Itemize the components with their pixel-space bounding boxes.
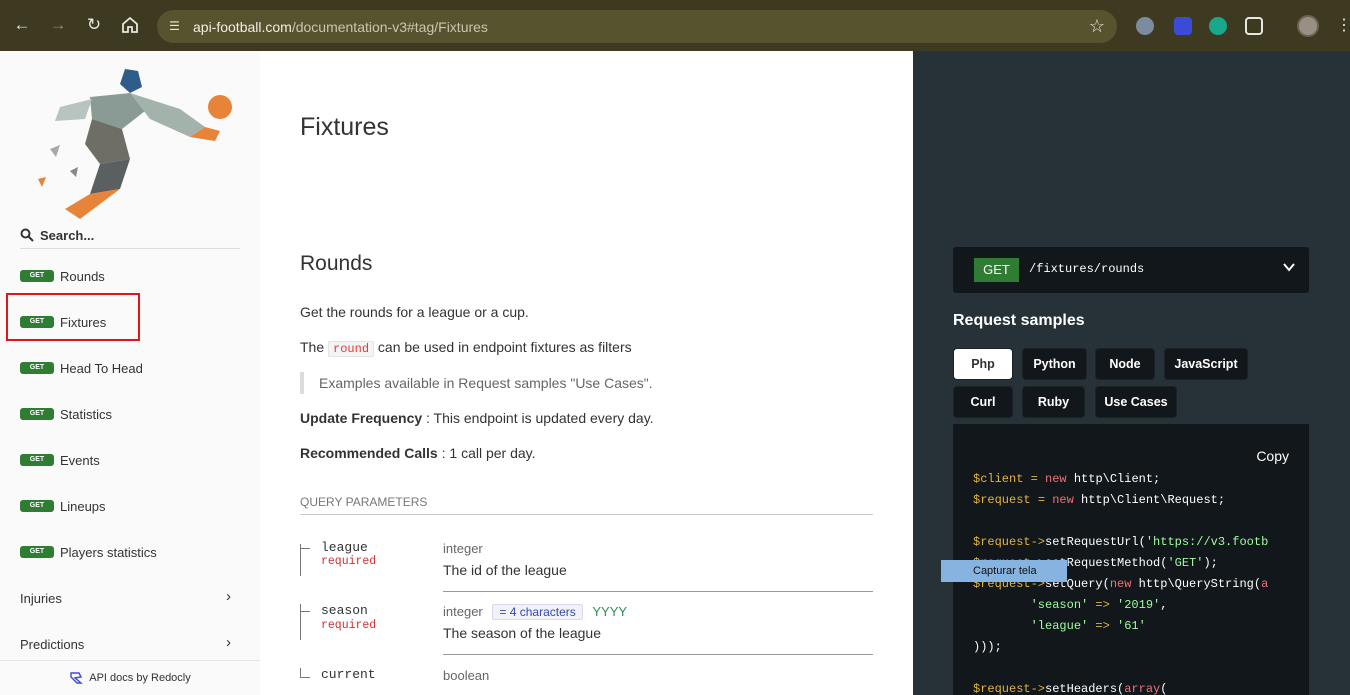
update-frequency-text: Update Frequency : This endpoint is upda… — [300, 410, 654, 426]
page-title: Fixtures — [300, 113, 389, 141]
get-badge: GET — [20, 408, 54, 420]
update-frequency-label: Update Frequency — [300, 410, 423, 426]
sidebar-item-head-to-head[interactable]: GET Head To Head — [20, 357, 143, 379]
redocly-icon — [70, 672, 84, 684]
sidebar-item-label: Players statistics — [60, 544, 157, 560]
address-bar[interactable]: ☰ api-football.com/documentation-v3#tag/… — [157, 10, 1117, 43]
redocly-label: API docs by Redocly — [89, 672, 191, 684]
get-badge: GET — [20, 362, 54, 374]
get-badge: GET — [20, 270, 54, 282]
tab-php[interactable]: Php — [953, 348, 1013, 380]
search-box[interactable] — [20, 223, 240, 249]
search-icon — [20, 228, 34, 242]
sidebar-item-rounds[interactable]: GET Rounds — [20, 265, 105, 287]
code-sample[interactable]: $client = new http\Client; $request = ne… — [973, 469, 1268, 695]
sidebar-item-lineups[interactable]: GET Lineups — [20, 495, 106, 517]
round-usage-text: The round can be used in endpoint fixtur… — [300, 339, 632, 357]
football-player-logo — [38, 69, 232, 219]
param-description: The id of the league — [443, 562, 567, 578]
search-input[interactable] — [40, 225, 235, 245]
description-text: Get the rounds for a league or a cup. — [300, 304, 529, 320]
sidebar: GET Rounds GET Fixtures GET Head To Head… — [0, 51, 260, 695]
round-inline-code: round — [328, 341, 375, 357]
extension-icon[interactable] — [1209, 17, 1227, 35]
sidebar-item-label: Rounds — [60, 268, 105, 284]
http-method-badge: GET — [974, 258, 1019, 282]
examples-note: Examples available in Request samples "U… — [300, 372, 653, 394]
get-badge: GET — [20, 546, 54, 558]
param-required-badge: required — [321, 555, 377, 568]
sidebar-item-label: Statistics — [60, 406, 113, 422]
get-badge: GET — [20, 454, 54, 466]
param-type-row: integer = 4 characters YYYY — [443, 604, 627, 620]
param-type: integer — [443, 541, 483, 556]
sidebar-item-statistics[interactable]: GET Statistics — [20, 403, 112, 425]
browser-toolbar: ← → ↻ ☰ api-football.com/documentation-v… — [0, 0, 1350, 51]
extension-icon[interactable] — [1174, 17, 1192, 35]
copy-button[interactable]: Copy — [1256, 448, 1289, 464]
param-constraint-badge: = 4 characters — [492, 604, 583, 620]
endpoint-dropdown[interactable]: GET /fixtures/rounds — [953, 247, 1309, 293]
update-frequency-value: : This endpoint is updated every day. — [422, 410, 654, 426]
param-type: integer — [443, 604, 483, 619]
param-type: boolean — [443, 668, 490, 683]
param-tree-tick — [300, 677, 310, 678]
round-text-after: can be used in endpoint fixtures as filt… — [377, 339, 632, 355]
url-text[interactable]: api-football.com/documentation-v3#tag/Fi… — [193, 19, 488, 35]
tab-javascript[interactable]: JavaScript — [1164, 348, 1248, 380]
tab-use-cases[interactable]: Use Cases — [1095, 386, 1177, 418]
param-name-current: current — [321, 667, 376, 682]
get-badge: GET — [20, 500, 54, 512]
param-tree-tick — [300, 548, 310, 549]
section-title: Rounds — [300, 252, 373, 275]
tab-python[interactable]: Python — [1022, 348, 1087, 380]
extensions-puzzle-icon[interactable] — [1245, 17, 1263, 35]
param-example: YYYY — [592, 604, 628, 619]
bookmark-star-icon[interactable]: ☆ — [1089, 16, 1105, 37]
reload-icon[interactable]: ↻ — [83, 14, 105, 36]
sidebar-item-events[interactable]: GET Events — [20, 449, 100, 471]
home-icon[interactable] — [119, 14, 141, 36]
query-parameters-header: QUERY PARAMETERS — [300, 495, 873, 515]
tab-ruby[interactable]: Ruby — [1022, 386, 1085, 418]
sidebar-group-injuries[interactable]: Injuries — [20, 587, 242, 609]
round-text-before: The — [300, 339, 325, 355]
chevron-down-icon[interactable] — [1281, 259, 1297, 275]
redocly-footer[interactable]: API docs by Redocly — [0, 660, 260, 695]
request-samples-title: Request samples — [953, 312, 1085, 329]
recommended-calls-text: Recommended Calls : 1 call per day. — [300, 445, 536, 461]
sidebar-group-label: Predictions — [20, 636, 85, 652]
sidebar-item-label: Head To Head — [60, 360, 143, 376]
site-info-icon[interactable]: ☰ — [167, 19, 182, 34]
param-separator — [443, 654, 873, 655]
chevron-right-icon[interactable]: › — [226, 634, 231, 651]
param-tree-tick — [300, 611, 310, 612]
back-icon[interactable]: ← — [11, 14, 33, 36]
more-menu-icon[interactable]: ⋮ — [1336, 15, 1350, 35]
main-content: Fixtures Rounds Get the rounds for a lea… — [260, 51, 913, 695]
recommended-calls-value: : 1 call per day. — [437, 445, 536, 461]
sidebar-group-predictions[interactable]: Predictions — [20, 633, 242, 655]
param-name-season: season — [321, 603, 368, 618]
request-samples-panel: GET /fixtures/rounds Request samples Php… — [913, 51, 1350, 695]
param-description: The season of the league — [443, 625, 602, 641]
sidebar-item-players-statistics[interactable]: GET Players statistics — [20, 541, 157, 563]
endpoint-path: /fixtures/rounds — [1029, 262, 1145, 276]
tab-node[interactable]: Node — [1095, 348, 1155, 380]
chevron-right-icon[interactable]: › — [226, 588, 231, 605]
capture-screen-tooltip: Capturar tela — [941, 560, 1067, 582]
sidebar-group-label: Injuries — [20, 590, 62, 606]
param-tree-line — [300, 604, 301, 640]
highlight-box — [6, 293, 140, 341]
recommended-calls-label: Recommended Calls — [300, 445, 438, 461]
param-separator — [443, 591, 873, 592]
forward-icon[interactable]: → — [47, 14, 69, 36]
param-name-league: league — [321, 540, 368, 555]
param-required-badge: required — [321, 619, 377, 632]
extension-icon[interactable] — [1136, 17, 1154, 35]
sidebar-item-label: Events — [60, 452, 100, 468]
sidebar-item-label: Lineups — [60, 498, 106, 514]
tab-curl[interactable]: Curl — [953, 386, 1013, 418]
avatar[interactable] — [1297, 15, 1319, 37]
